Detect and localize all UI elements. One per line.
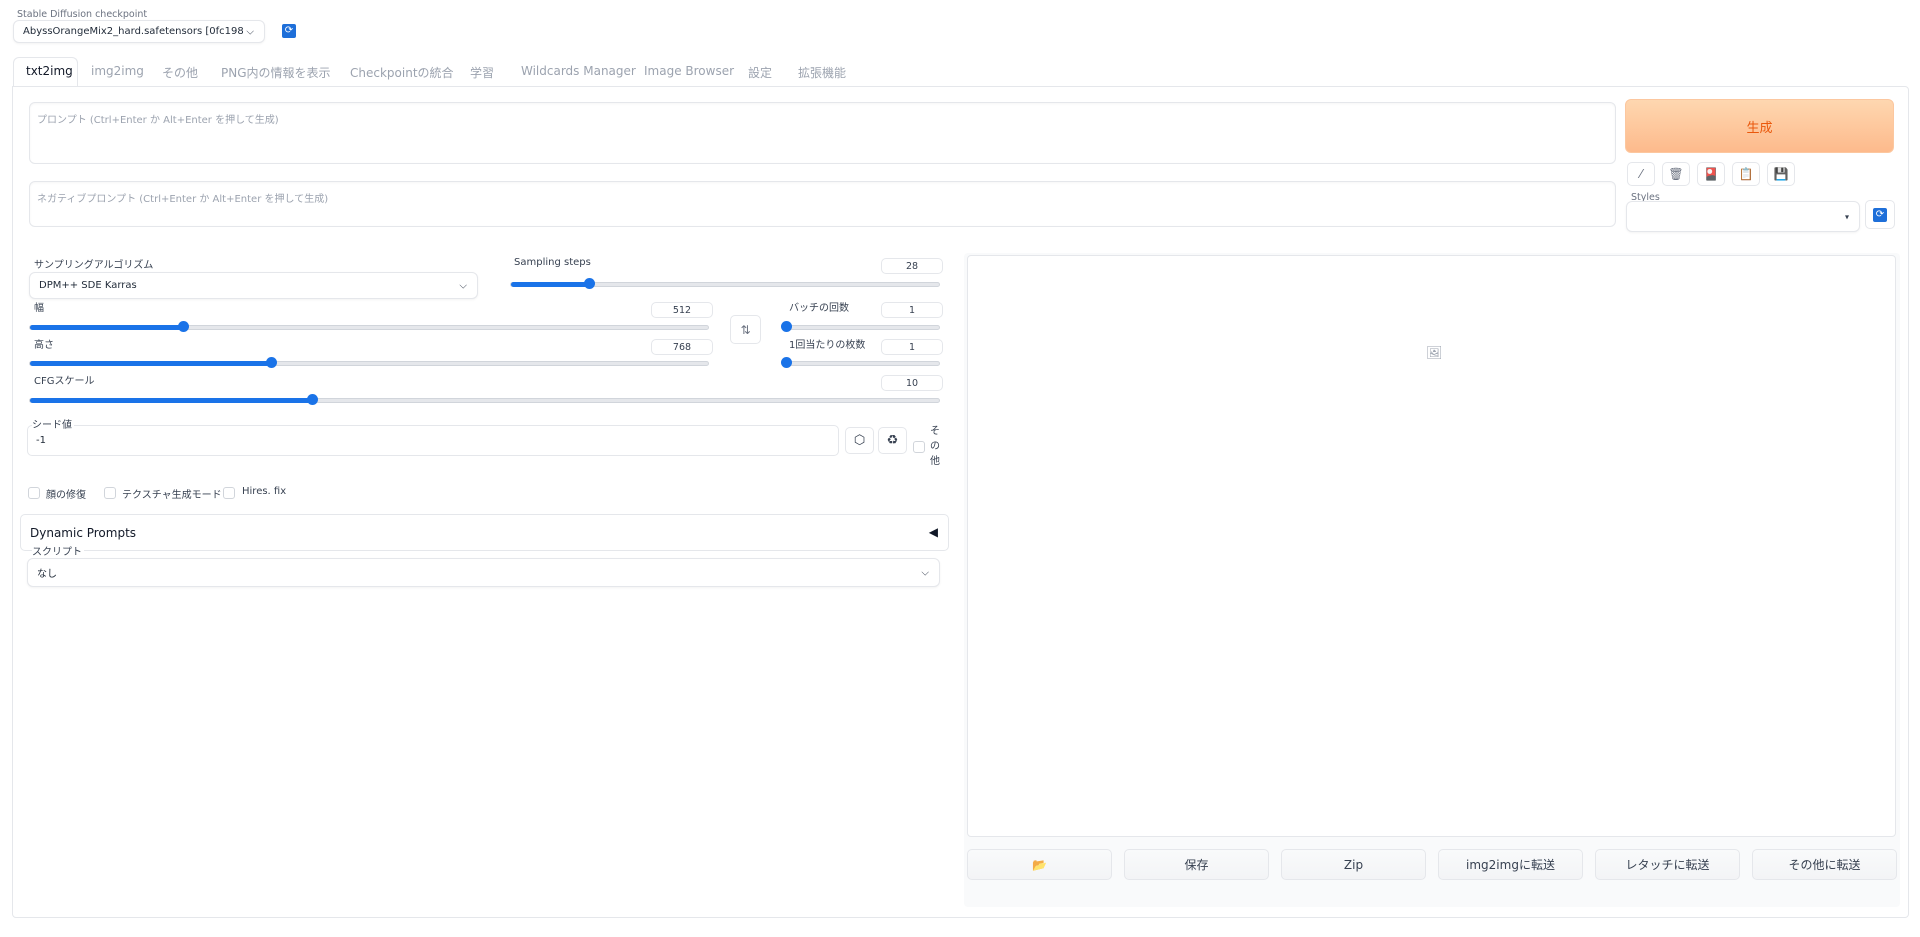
generate-button[interactable]: 生成	[1625, 99, 1894, 153]
sampling-steps-label: Sampling steps	[514, 257, 591, 268]
tab-checkpoint-merger[interactable]: Checkpointの統合	[350, 64, 454, 81]
swap-dimensions-button[interactable]: ⇅	[730, 315, 761, 344]
save-style-icon[interactable]: 💾	[1767, 162, 1795, 186]
output-gallery: 🖼	[967, 255, 1896, 837]
tab-txt2img[interactable]: txt2img	[26, 64, 73, 78]
sampler-select[interactable]: DPM++ SDE Karras ⌵	[29, 272, 478, 299]
styles-select[interactable]: ▾	[1626, 201, 1860, 232]
hires-fix-label: Hires. fix	[242, 486, 287, 497]
restore-faces-checkbox[interactable]	[28, 487, 40, 499]
batch-size-thumb[interactable]	[781, 357, 792, 368]
extra-seed-checkbox[interactable]	[913, 441, 925, 453]
checkpoint-select[interactable]: AbyssOrangeMix2_hard.safetensors [0fc198…	[13, 20, 265, 43]
sampling-steps-input[interactable]: 28	[881, 258, 943, 274]
clipboard-icon[interactable]: 📋	[1732, 162, 1760, 186]
send-to-img2img-button[interactable]: img2imgに転送	[1438, 849, 1583, 880]
zip-button[interactable]: Zip	[1281, 849, 1426, 880]
random-seed-button[interactable]: ⬡	[845, 427, 874, 454]
checkpoint-value: AbyssOrangeMix2_hard.safetensors [0fc198…	[23, 26, 243, 37]
tab-settings[interactable]: 設定	[748, 64, 772, 81]
open-folder-button[interactable]: 📂	[967, 849, 1112, 880]
cfg-scale-label: CFGスケール	[34, 376, 95, 387]
restore-faces-label: 顔の修復	[46, 490, 86, 501]
tab-wildcards-manager[interactable]: Wildcards Manager	[521, 64, 636, 78]
send-to-inpaint-button[interactable]: レタッチに転送	[1595, 849, 1740, 880]
width-slider[interactable]	[29, 321, 709, 332]
batch-size-label: 1回当たりの枚数	[789, 340, 866, 351]
dynamic-prompts-accordion[interactable]: Dynamic Prompts ◀	[20, 514, 949, 551]
batch-count-slider[interactable]	[781, 321, 940, 332]
refresh-icon: ⟳	[1873, 207, 1887, 222]
paste-icon[interactable]: ⁄	[1627, 162, 1655, 186]
tab-extras[interactable]: その他	[162, 64, 198, 81]
swap-arrows-icon: ⇅	[740, 322, 751, 337]
batch-count-thumb[interactable]	[781, 321, 792, 332]
cfg-scale-fill	[30, 398, 313, 403]
sampler-value: DPM++ SDE Karras	[39, 280, 137, 291]
height-input[interactable]: 768	[651, 339, 713, 355]
batch-count-input[interactable]: 1	[881, 302, 943, 318]
height-fill	[30, 361, 271, 366]
send-to-extras-button[interactable]: その他に転送	[1752, 849, 1897, 880]
show-extra-networks-icon[interactable]: 🎴	[1697, 162, 1725, 186]
seed-value: -1	[36, 435, 46, 446]
batch-size-slider[interactable]	[781, 357, 940, 368]
cfg-scale-slider[interactable]	[29, 394, 940, 405]
height-thumb[interactable]	[265, 357, 277, 368]
tab-image-browser[interactable]: Image Browser	[644, 64, 734, 78]
tiling-checkbox[interactable]	[104, 487, 116, 499]
cfg-scale-input[interactable]: 10	[881, 375, 943, 391]
negative-prompt-input[interactable]: ネガティブプロンプト (Ctrl+Enter か Alt+Enter を押して生…	[29, 181, 1616, 227]
dynamic-prompts-label: Dynamic Prompts	[30, 526, 137, 540]
batch-size-input[interactable]: 1	[881, 339, 943, 355]
tab-img2img[interactable]: img2img	[91, 64, 144, 78]
recycle-icon: ♻	[886, 433, 899, 448]
tab-png-info[interactable]: PNG内の情報を表示	[221, 64, 331, 81]
tab-extensions[interactable]: 拡張機能	[798, 64, 846, 81]
width-label: 幅	[34, 303, 44, 314]
script-select[interactable]: なし ⌵	[27, 558, 940, 587]
hires-fix-checkbox[interactable]	[223, 487, 235, 499]
extra-seed-label: その他	[930, 426, 940, 467]
prompt-input[interactable]: プロンプト (Ctrl+Enter か Alt+Enter を押して生成)	[29, 102, 1616, 164]
height-slider[interactable]	[29, 357, 709, 368]
seed-label: シード値	[32, 416, 74, 431]
chevron-down-icon: ⌵	[459, 280, 467, 291]
dice-icon: ⬡	[853, 433, 866, 448]
chevron-down-icon: ⌵	[921, 567, 929, 578]
width-fill	[30, 325, 184, 330]
folder-icon: 📂	[1032, 857, 1047, 872]
sampling-steps-thumb[interactable]	[583, 278, 595, 289]
sampler-label: サンプリングアルゴリズム	[34, 260, 154, 271]
trash-icon[interactable]: 🗑	[1662, 162, 1690, 186]
sampling-steps-slider[interactable]	[510, 278, 940, 289]
chevron-down-icon: ⌵	[246, 26, 254, 37]
seed-input[interactable]: -1	[27, 425, 839, 456]
script-label: スクリプト	[32, 543, 84, 558]
script-value: なし	[37, 569, 57, 580]
refresh-checkpoint-icon[interactable]: ⟳	[282, 24, 296, 38]
save-button[interactable]: 保存	[1124, 849, 1269, 880]
reuse-seed-button[interactable]: ♻	[878, 427, 907, 454]
refresh-styles-button[interactable]: ⟳	[1865, 200, 1895, 229]
image-placeholder-icon: 🖼	[1426, 346, 1443, 361]
tiling-label: テクスチャ生成モード	[122, 490, 222, 501]
caret-down-icon: ▾	[1844, 212, 1849, 221]
tab-train[interactable]: 学習	[470, 64, 494, 81]
checkpoint-label: Stable Diffusion checkpoint	[17, 9, 148, 20]
batch-count-label: バッチの回数	[789, 303, 849, 314]
height-label: 高さ	[34, 340, 54, 351]
width-input[interactable]: 512	[651, 302, 713, 318]
sampling-steps-fill	[511, 282, 589, 287]
caret-left-icon: ◀	[928, 525, 938, 539]
